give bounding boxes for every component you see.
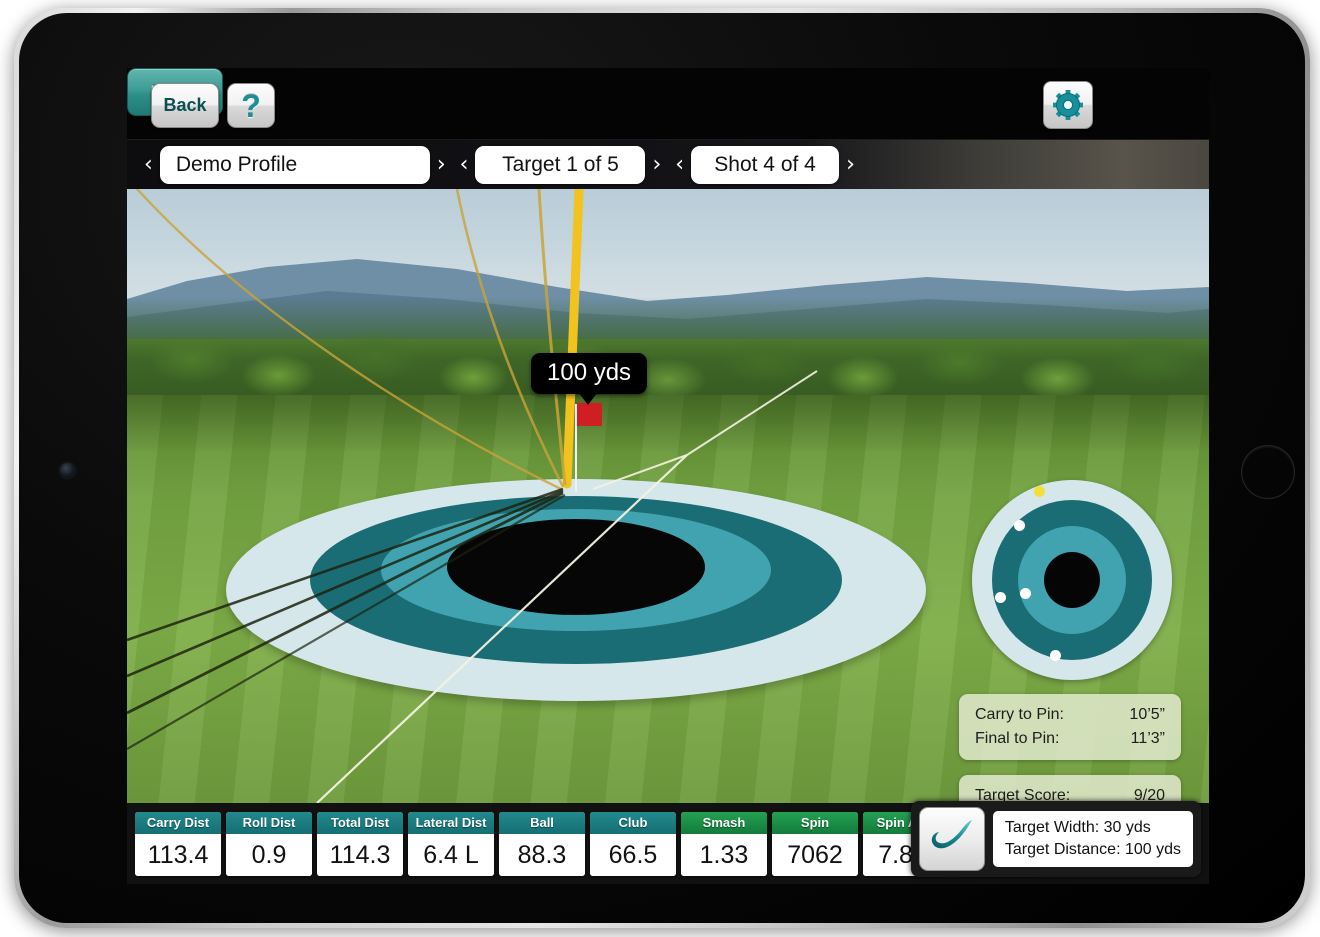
help-button[interactable]: ? — [227, 83, 275, 128]
stat-column: Lateral Dist6.4 L — [408, 812, 494, 876]
stat-value: 1.33 — [681, 834, 767, 876]
carry-to-pin-row: Carry to Pin: 10’5” — [975, 703, 1165, 727]
shot-prev-arrow[interactable]: ‹ — [668, 154, 691, 176]
target-info-overlay: Target Width: 30 yds Target Distance: 10… — [911, 801, 1201, 877]
home-button[interactable] — [1241, 445, 1295, 499]
final-to-pin-row: Final to Pin: 11’3” — [975, 727, 1165, 751]
distance-tooltip-label: 100 yds — [547, 359, 631, 386]
selector-navbar: ‹ Demo Profile › ‹ Target 1 of 5 › ‹ Sho… — [127, 140, 1209, 189]
stat-column: Total Dist114.3 — [317, 812, 403, 876]
shot-dot — [1034, 486, 1045, 497]
flag-icon — [577, 403, 602, 426]
distance-tooltip: 100 yds — [531, 353, 647, 394]
stat-value: 66.5 — [590, 834, 676, 876]
stat-header: Lateral Dist — [408, 812, 494, 834]
stat-value: 6.4 L — [408, 834, 494, 876]
stat-header: Spin — [772, 812, 858, 834]
ipad-bezel: Back ? — [19, 13, 1305, 923]
stat-column: Ball88.3 — [499, 812, 585, 876]
stat-column: Smash1.33 — [681, 812, 767, 876]
back-button[interactable]: Back — [151, 83, 219, 128]
golf-club-icon — [927, 817, 977, 861]
front-camera-icon — [60, 463, 75, 478]
stat-header: Carry Dist — [135, 812, 221, 834]
target-prev-arrow[interactable]: ‹ — [453, 154, 476, 176]
stat-column: Club66.5 — [590, 812, 676, 876]
app-screen: Back ? — [127, 68, 1209, 884]
pin-distance-panel: Carry to Pin: 10’5” Final to Pin: 11’3” — [959, 694, 1181, 760]
target-selector[interactable]: Target 1 of 5 — [475, 146, 645, 184]
shot-selector[interactable]: Shot 4 of 4 — [691, 146, 839, 184]
stat-value: 88.3 — [499, 834, 585, 876]
shot-dot — [995, 592, 1006, 603]
profile-prev-arrow[interactable]: ‹ — [137, 154, 160, 176]
gear-icon — [1051, 88, 1085, 122]
shot-dot — [1020, 588, 1031, 599]
question-mark-icon: ? — [241, 90, 261, 122]
dispersion-target[interactable] — [972, 480, 1172, 680]
stat-header: Total Dist — [317, 812, 403, 834]
tree-line — [127, 297, 1209, 409]
ipad-device: Back ? — [14, 8, 1310, 928]
dispersion-ring-center — [1044, 552, 1100, 608]
shot-dot — [1014, 520, 1025, 531]
profile-label: Demo Profile — [176, 153, 297, 177]
target-info-text: Target Width: 30 yds Target Distance: 10… — [993, 811, 1193, 866]
shot-dot — [1050, 650, 1061, 661]
final-to-pin-value: 11’3” — [1131, 730, 1165, 748]
target-label: Target 1 of 5 — [502, 153, 619, 177]
back-button-label: Back — [163, 95, 206, 116]
club-selector-button[interactable] — [919, 807, 985, 871]
stat-value: 113.4 — [135, 834, 221, 876]
stat-column: Carry Dist113.4 — [135, 812, 221, 876]
carry-to-pin-label: Carry to Pin: — [975, 706, 1064, 724]
stat-column: Spin7062 — [772, 812, 858, 876]
target-next-arrow[interactable]: › — [645, 154, 668, 176]
stat-value: 7062 — [772, 834, 858, 876]
carry-to-pin-value: 10’5” — [1129, 706, 1165, 724]
target-distance-label: Target Distance: 100 yds — [1005, 839, 1181, 861]
stat-header: Ball — [499, 812, 585, 834]
top-toolbar: Back ? — [127, 68, 1209, 140]
shot-label: Shot 4 of 4 — [714, 153, 816, 177]
target-width-label: Target Width: 30 yds — [1005, 817, 1181, 839]
shot-next-arrow[interactable]: › — [839, 154, 862, 176]
final-to-pin-label: Final to Pin: — [975, 730, 1059, 748]
stat-column: Roll Dist0.9 — [226, 812, 312, 876]
stat-header: Club — [590, 812, 676, 834]
profile-next-arrow[interactable]: › — [430, 154, 453, 176]
stat-header: Roll Dist — [226, 812, 312, 834]
score-panel: Target Score: 9/20 Total Score: 63/100 — [959, 775, 1181, 803]
stat-header: Smash — [681, 812, 767, 834]
target-ring-center — [447, 519, 705, 615]
stat-value: 0.9 — [226, 834, 312, 876]
simulator-view[interactable]: 100 yds Carry to Pin: — [127, 189, 1209, 803]
profile-selector[interactable]: Demo Profile — [160, 146, 430, 184]
settings-button[interactable] — [1043, 81, 1093, 129]
stat-value: 114.3 — [317, 834, 403, 876]
